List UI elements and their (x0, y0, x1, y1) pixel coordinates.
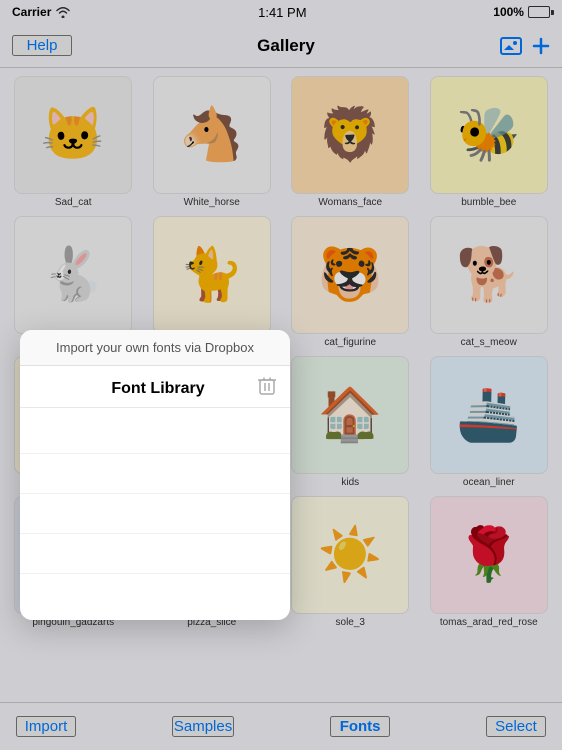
font-list-item[interactable] (20, 414, 290, 454)
font-list (20, 408, 290, 620)
font-list-item[interactable] (20, 494, 290, 534)
font-library-panel: Import your own fonts via Dropbox Font L… (20, 330, 290, 620)
font-list-item[interactable] (20, 534, 290, 574)
delete-font-button[interactable] (258, 376, 276, 401)
font-list-item[interactable] (20, 574, 290, 614)
font-list-item[interactable] (20, 454, 290, 494)
font-library-header: Font Library (20, 366, 290, 408)
trash-icon (258, 376, 276, 396)
font-library-title: Font Library (58, 380, 258, 398)
font-import-hint: Import your own fonts via Dropbox (20, 330, 290, 366)
